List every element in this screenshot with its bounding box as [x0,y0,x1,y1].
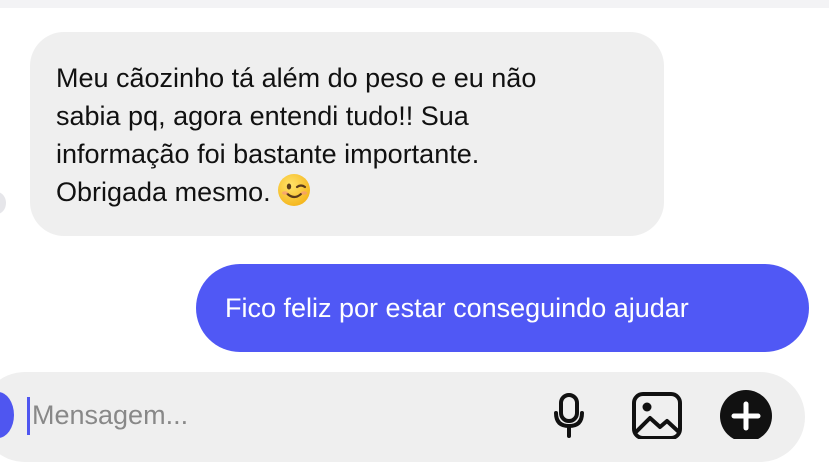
sender-avatar[interactable] [0,192,6,214]
header-edge [0,0,829,8]
message-line-text: Obrigada mesmo. [56,177,271,207]
incoming-message-bubble[interactable]: Meu cãozinho tá além do peso e eu não sa… [30,32,664,236]
microphone-icon[interactable] [552,388,586,439]
plus-icon[interactable] [718,388,774,439]
image-icon[interactable] [630,388,684,439]
message-line: informação foi bastante importante. [56,139,480,169]
outgoing-message-text: Fico feliz por estar conseguindo ajudar [225,293,689,323]
message-line: Obrigada mesmo. [56,173,642,211]
winking-face-emoji-icon [277,174,310,206]
text-caret [27,397,30,435]
message-input[interactable] [32,393,512,437]
message-line: Meu cãozinho tá além do peso e eu não [56,63,537,93]
message-line: sabia pq, agora entendi tudo!! Sua [56,101,469,131]
outgoing-message-bubble[interactable]: Fico feliz por estar conseguindo ajudar [196,264,809,352]
